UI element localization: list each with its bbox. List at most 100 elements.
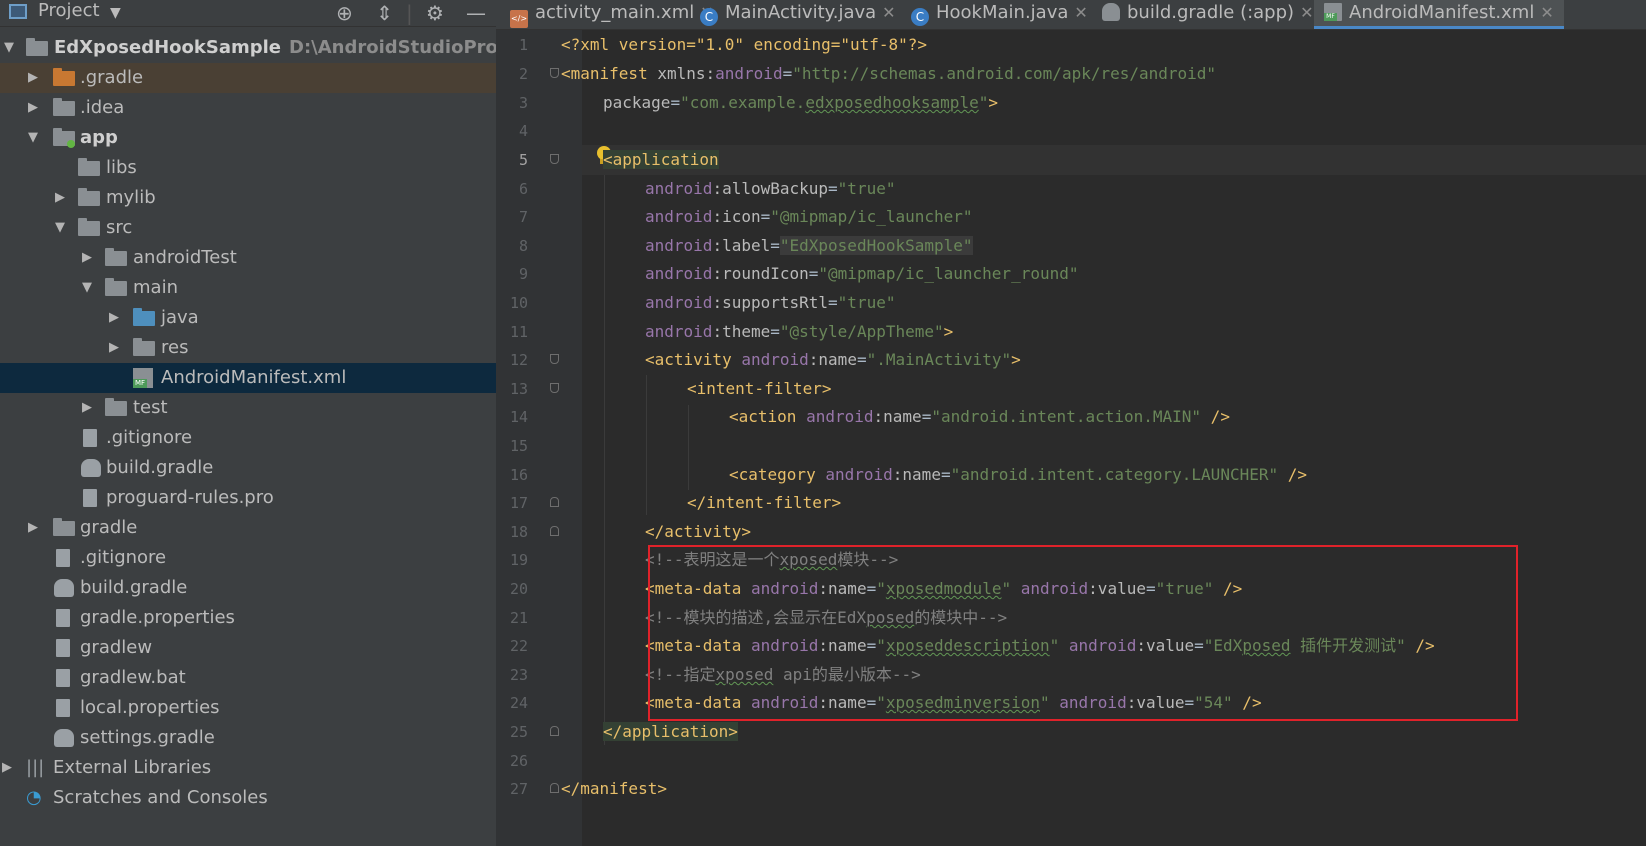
collapse-all-icon[interactable]: ⇕ bbox=[376, 0, 393, 26]
code-line: android:supportsRtl="true" bbox=[645, 293, 896, 312]
chevron-down-icon[interactable]: ▼ bbox=[110, 0, 121, 26]
tab-androidmanifest-xml[interactable]: MF AndroidManifest.xml ✕ bbox=[1314, 0, 1564, 29]
tab-mainactivity-java[interactable]: C MainActivity.java ✕ bbox=[700, 0, 896, 29]
tree-item-label: EdXposedHookSample bbox=[54, 37, 282, 58]
tree-item-dot-gradle[interactable]: ▶ .gradle bbox=[0, 63, 496, 93]
tree-item-res[interactable]: ▶ res bbox=[0, 333, 496, 363]
tree-item-settings-gradle[interactable]: settings.gradle bbox=[0, 723, 496, 753]
fold-marker-icon[interactable] bbox=[550, 497, 559, 507]
line-number: 9 bbox=[518, 265, 528, 283]
tree-item-label: settings.gradle bbox=[80, 727, 215, 748]
collapsed-arrow-icon[interactable]: ▶ bbox=[80, 243, 94, 273]
line-number: 21 bbox=[509, 609, 528, 627]
tree-item-androidtest[interactable]: ▶ androidTest bbox=[0, 243, 496, 273]
tree-item-label: mylib bbox=[106, 187, 156, 208]
tree-item-main[interactable]: ▼ main bbox=[0, 273, 496, 303]
tree-item-gradlew[interactable]: gradlew bbox=[0, 633, 496, 663]
tree-item-idea[interactable]: ▶ .idea bbox=[0, 93, 496, 123]
tree-item-label: gradle.properties bbox=[80, 607, 235, 628]
tree-item-gradlew-bat[interactable]: gradlew.bat bbox=[0, 663, 496, 693]
collapsed-arrow-icon[interactable]: ▶ bbox=[0, 753, 14, 783]
line-number: 24 bbox=[509, 694, 528, 712]
expand-arrow-icon[interactable]: ▼ bbox=[80, 273, 94, 303]
tree-item-proguard[interactable]: proguard-rules.pro bbox=[0, 483, 496, 513]
tree-item-root[interactable]: ▼ EdXposedHookSample D:\AndroidStudioProj… bbox=[0, 33, 496, 63]
tree-item-androidmanifest[interactable]: MF AndroidManifest.xml bbox=[0, 363, 496, 393]
collapsed-arrow-icon[interactable]: ▶ bbox=[26, 93, 40, 123]
tree-item-external-libraries[interactable]: ▶ ||| External Libraries bbox=[0, 753, 496, 783]
tree-item-local-properties[interactable]: local.properties bbox=[0, 693, 496, 723]
project-view-selector[interactable]: Project bbox=[38, 0, 100, 24]
tree-item-scratches[interactable]: ◔ Scratches and Consoles bbox=[0, 783, 496, 813]
close-icon[interactable]: ✕ bbox=[1300, 3, 1313, 22]
folder-icon bbox=[105, 248, 127, 266]
tree-item-label: java bbox=[161, 307, 199, 328]
tree-item-src[interactable]: ▼ src bbox=[0, 213, 496, 243]
folder-icon bbox=[105, 278, 127, 296]
fold-marker-icon[interactable] bbox=[550, 783, 559, 793]
collapsed-arrow-icon[interactable]: ▶ bbox=[26, 513, 40, 543]
tree-item-java[interactable]: ▶ java bbox=[0, 303, 496, 333]
close-icon[interactable]: ✕ bbox=[1540, 3, 1553, 22]
locate-icon[interactable]: ⊕ bbox=[336, 0, 353, 26]
collapsed-arrow-icon[interactable]: ▶ bbox=[53, 183, 67, 213]
line-number: 4 bbox=[518, 122, 528, 140]
collapsed-arrow-icon[interactable]: ▶ bbox=[107, 303, 121, 333]
project-path: D:\AndroidStudioProjects\ bbox=[289, 37, 496, 58]
code-line: </activity> bbox=[645, 522, 751, 541]
tree-item-label: build.gradle bbox=[80, 577, 188, 598]
expand-arrow-icon[interactable]: ▼ bbox=[26, 123, 40, 153]
tree-item-test[interactable]: ▶ test bbox=[0, 393, 496, 423]
text-file-icon bbox=[83, 489, 97, 507]
manifest-file-icon: MF bbox=[133, 368, 153, 388]
expand-arrow-icon[interactable]: ▼ bbox=[2, 33, 16, 63]
line-number: 12 bbox=[509, 351, 528, 369]
close-icon[interactable]: ✕ bbox=[882, 3, 895, 22]
tree-item-mylib[interactable]: ▶ mylib bbox=[0, 183, 496, 213]
line-number: 15 bbox=[509, 437, 528, 455]
expand-arrow-icon[interactable]: ▼ bbox=[53, 213, 67, 243]
tree-item-gitignore[interactable]: .gitignore bbox=[0, 543, 496, 573]
tree-item-gradle-folder[interactable]: ▶ gradle bbox=[0, 513, 496, 543]
editor-tabs: </> activity_main.xml ✕ C MainActivity.java… bbox=[496, 0, 1646, 30]
tree-item-label: androidTest bbox=[133, 247, 237, 268]
code-line: android:theme="@style/AppTheme"> bbox=[645, 322, 954, 341]
tree-item-gradle-properties[interactable]: gradle.properties bbox=[0, 603, 496, 633]
fold-marker-icon[interactable] bbox=[550, 354, 559, 364]
gear-icon[interactable]: ⚙ bbox=[426, 0, 444, 26]
close-icon[interactable]: ✕ bbox=[1074, 3, 1087, 22]
code-editor[interactable]: 1 2 3 4 5 6 7 8 9 10 11 12 13 14 15 16 1… bbox=[496, 30, 1646, 846]
gradle-icon bbox=[54, 579, 74, 597]
library-icon: ||| bbox=[26, 757, 45, 778]
tab-activity-main-xml[interactable]: </>activity_main.xml✕ bbox=[510, 0, 714, 29]
tab-build-gradle-app[interactable]: build.gradle (:app) ✕ bbox=[1102, 0, 1313, 29]
tree-item-label: External Libraries bbox=[53, 757, 212, 778]
tree-item-app[interactable]: ▼ app bbox=[0, 123, 496, 153]
properties-file-icon bbox=[56, 609, 70, 627]
code-line: package="com.example.edxposedhooksample"… bbox=[603, 93, 998, 112]
collapsed-arrow-icon[interactable]: ▶ bbox=[107, 333, 121, 363]
fold-marker-icon[interactable] bbox=[550, 526, 559, 536]
tree-item-app-gitignore[interactable]: .gitignore bbox=[0, 423, 496, 453]
tree-item-libs[interactable]: libs bbox=[0, 153, 496, 183]
project-icon bbox=[9, 4, 27, 19]
line-number: 25 bbox=[509, 723, 528, 741]
tab-hookmain-java[interactable]: C HookMain.java ✕ bbox=[911, 0, 1088, 29]
fold-marker-icon[interactable] bbox=[550, 154, 559, 164]
tree-item-app-build-gradle[interactable]: build.gradle bbox=[0, 453, 496, 483]
tree-item-label: local.properties bbox=[80, 697, 220, 718]
fold-marker-icon[interactable] bbox=[550, 383, 559, 393]
script-file-icon bbox=[56, 639, 70, 657]
folder-icon bbox=[105, 398, 127, 416]
fold-marker-icon[interactable] bbox=[550, 68, 559, 78]
code-line: android:label="EdXposedHookSample" bbox=[645, 236, 973, 255]
line-number: 6 bbox=[518, 180, 528, 198]
tree-item-build-gradle[interactable]: build.gradle bbox=[0, 573, 496, 603]
collapsed-arrow-icon[interactable]: ▶ bbox=[80, 393, 94, 423]
hide-panel-icon[interactable]: — bbox=[466, 0, 486, 26]
collapsed-arrow-icon[interactable]: ▶ bbox=[26, 63, 40, 93]
line-number: 22 bbox=[509, 637, 528, 655]
scratches-icon: ◔ bbox=[26, 787, 42, 808]
fold-marker-icon[interactable] bbox=[550, 726, 559, 736]
module-folder-icon bbox=[26, 38, 48, 56]
